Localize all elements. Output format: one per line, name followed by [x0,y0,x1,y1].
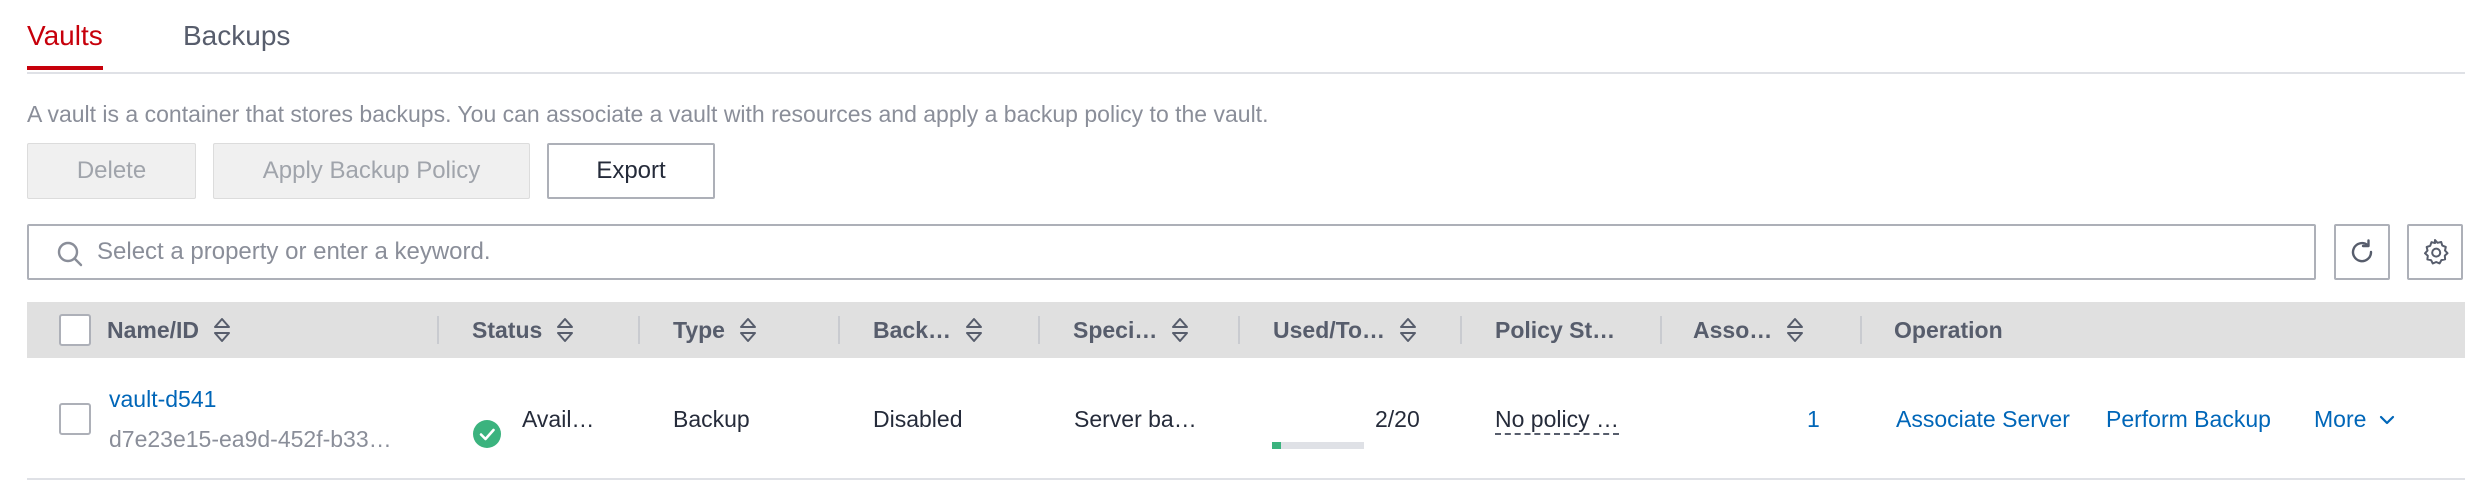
apply-backup-policy-button[interactable]: Apply Backup Policy [213,143,530,199]
column-separator [1660,316,1662,344]
column-header-label: Name/ID [107,316,200,343]
column-header-status[interactable]: Status [472,302,574,358]
used-total-value: 2/20 [1375,406,1420,432]
sort-icon [1400,318,1417,342]
column-header-label: Speci… [1073,316,1158,343]
capacity-progress-bar [1272,442,1364,449]
more-dropdown[interactable]: More [2314,406,2396,433]
vault-specification: Server ba… [1074,406,1197,432]
sort-icon [1787,318,1804,342]
column-separator [1860,316,1862,344]
backup-status: Disabled [873,406,963,432]
tab-backups[interactable]: Backups [183,20,290,52]
column-header-used-total[interactable]: Used/To… [1273,302,1417,358]
column-separator [638,316,640,344]
table-row: vault-d541 d7e23e15-ea9d-452f-b33… Avail… [27,358,2465,480]
status-text: Avail… [522,406,595,432]
active-tab-indicator [27,66,103,70]
export-button[interactable]: Export [547,143,715,199]
select-all-checkbox[interactable] [59,314,91,346]
vault-id: d7e23e15-ea9d-452f-b33… [109,426,392,452]
associate-server-link[interactable]: Associate Server [1896,406,2070,433]
table-header: Name/ID Status Type Back… Speci… Used/To… [27,302,2465,358]
chevron-down-icon [2380,415,2395,424]
policy-status[interactable]: No policy … [1495,406,1619,435]
row-checkbox[interactable] [59,403,91,435]
column-header-label: Back… [873,316,951,343]
column-separator [838,316,840,344]
column-header-type[interactable]: Type [673,302,757,358]
vault-name-link[interactable]: vault-d541 [109,386,216,413]
policy-status-text: No policy … [1495,406,1619,435]
search-input[interactable] [97,226,2297,278]
column-header-policy-status: Policy St… [1495,302,1615,358]
column-header-label: Type [673,316,725,343]
refresh-button[interactable] [2334,224,2390,280]
perform-backup-link[interactable]: Perform Backup [2106,406,2271,433]
refresh-icon [2351,239,2373,263]
sort-icon [1172,318,1189,342]
page-description: A vault is a container that stores backu… [27,101,1269,127]
sort-icon [739,318,756,342]
column-header-specification[interactable]: Speci… [1073,302,1189,358]
column-separator [437,316,439,344]
column-header-label: Policy St… [1495,316,1616,343]
vault-type: Backup [673,406,750,432]
sort-icon [214,318,231,342]
sort-icon [557,318,574,342]
sort-icon [965,318,982,342]
column-header-label: Used/To… [1273,316,1386,343]
tab-bar: Vaults Backups [27,0,2465,74]
gear-icon [2424,239,2449,265]
column-separator [1038,316,1040,344]
check-circle-icon [473,420,501,448]
column-header-operation: Operation [1894,316,2003,343]
column-header-label: Asso… [1693,316,1773,343]
column-header-name[interactable]: Name/ID [107,302,231,358]
capacity-progress-fill [1272,442,1282,449]
column-header-backup[interactable]: Back… [873,302,983,358]
column-header-associated[interactable]: Asso… [1693,302,1804,358]
column-separator [1460,316,1462,344]
column-header-label: Status [472,316,543,343]
search-box [27,224,2316,280]
delete-button[interactable]: Delete [27,143,196,199]
more-label: More [2314,406,2367,432]
search-icon [57,241,83,267]
column-separator [1238,316,1240,344]
settings-button[interactable] [2407,224,2463,280]
tab-vaults[interactable]: Vaults [27,20,103,52]
associated-count-link[interactable]: 1 [1807,406,1820,433]
